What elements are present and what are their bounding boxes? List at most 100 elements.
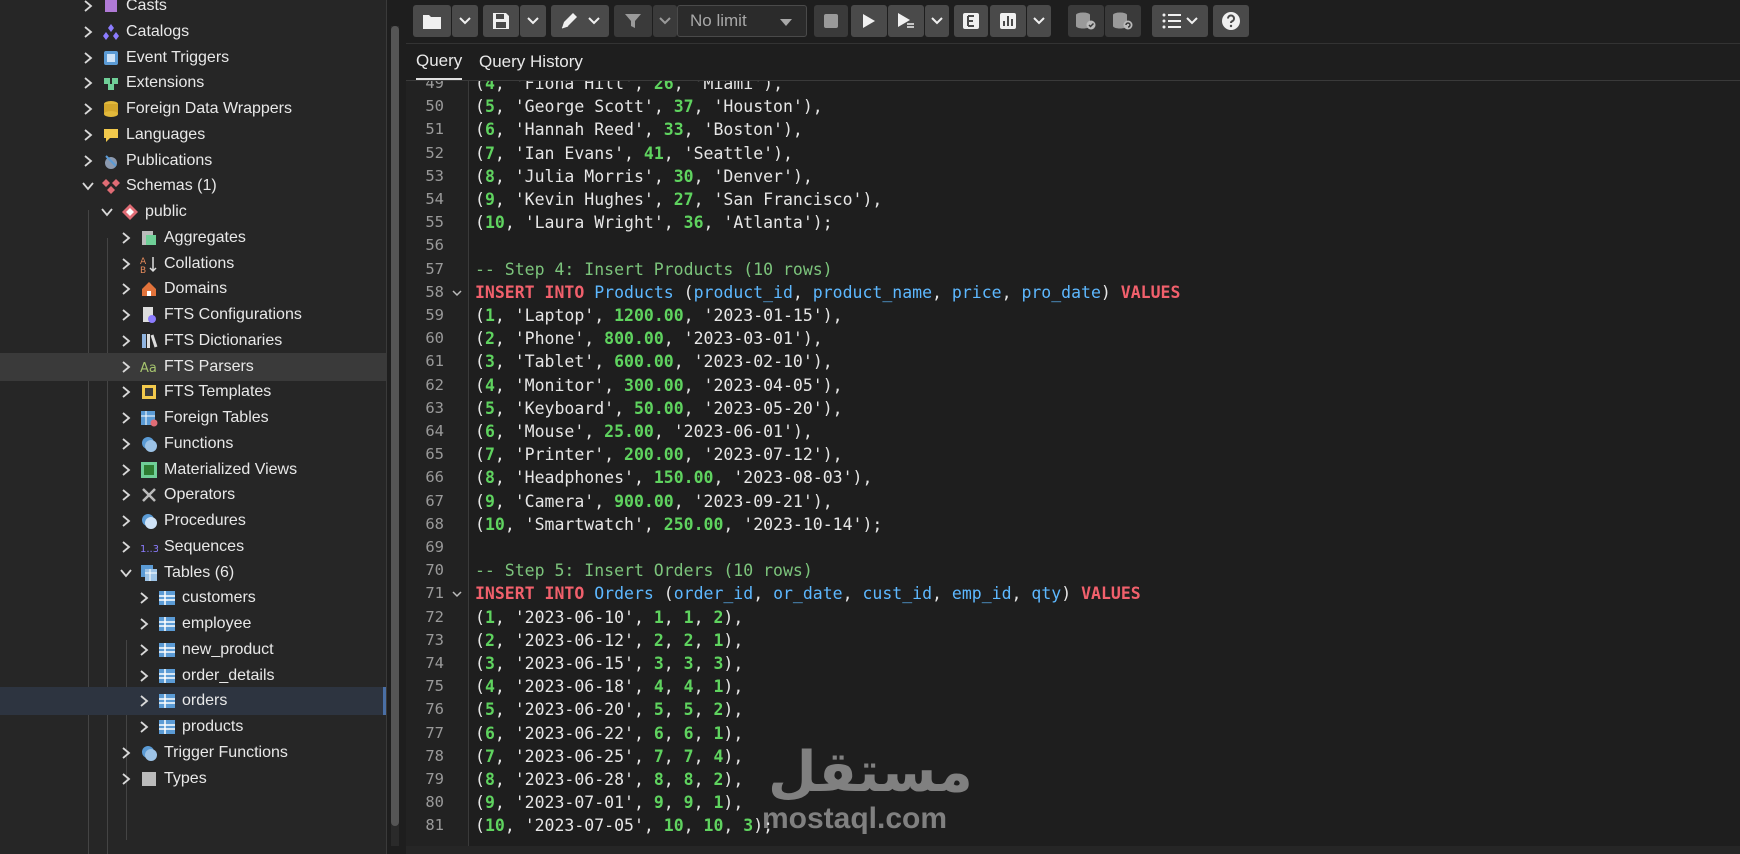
code-line[interactable]: (4, '2023-06-18', 4, 4, 1), xyxy=(475,675,743,698)
chevron-right-icon[interactable] xyxy=(138,721,150,733)
code-line[interactable]: (7, 'Ian Evans', 41, 'Seattle'), xyxy=(475,142,793,165)
code-line[interactable]: (9, 'Camera', 900.00, '2023-09-21'), xyxy=(475,490,833,513)
code-line[interactable]: (4, 'Monitor', 300.00, '2023-04-05'), xyxy=(475,374,843,397)
chevron-right-icon[interactable] xyxy=(82,77,94,89)
code-line[interactable]: (1, '2023-06-10', 1, 1, 2), xyxy=(475,606,743,629)
chevron-right-icon[interactable] xyxy=(138,669,150,682)
sql-editor[interactable]: 49 50 51 52 53 54 55 56 57 58 59 60 61 62 63 64 65 66 67 68… xyxy=(406,81,1740,854)
open-file-dropdown-button[interactable] xyxy=(452,5,478,37)
tree-item-materialized-views[interactable]: Materialized Views xyxy=(0,456,386,484)
sidebar-scrollbar[interactable] xyxy=(391,26,399,846)
code-line[interactable]: (8, 'Julia Morris', 30, 'Denver'), xyxy=(475,165,813,188)
chevron-right-icon[interactable] xyxy=(120,489,132,501)
chevron-right-icon[interactable] xyxy=(120,309,132,321)
chevron-right-icon[interactable] xyxy=(120,412,132,424)
chevron-right-icon[interactable] xyxy=(120,463,132,476)
tree-item-publications[interactable]: Publications xyxy=(0,147,386,175)
code-line[interactable]: INSERT INTO Orders (order_id, or_date, c… xyxy=(475,582,1141,605)
chevron-right-icon[interactable] xyxy=(120,747,132,759)
tree-item-foreign-tables[interactable]: Foreign Tables xyxy=(0,404,386,432)
chevron-right-icon[interactable] xyxy=(82,0,94,12)
execute-button[interactable] xyxy=(851,5,887,37)
tree-item-order-details[interactable]: order_details xyxy=(0,662,386,690)
code-line[interactable]: (3, 'Tablet', 600.00, '2023-02-10'), xyxy=(475,350,833,373)
execute-options-button[interactable] xyxy=(888,5,924,37)
code-line[interactable]: (7, 'Printer', 200.00, '2023-07-12'), xyxy=(475,443,843,466)
tree-item-employee[interactable]: employee xyxy=(0,610,386,638)
code-line[interactable]: (6, 'Hannah Reed', 33, 'Boston'), xyxy=(475,118,803,141)
chevron-right-icon[interactable] xyxy=(138,695,150,707)
save-file-button[interactable] xyxy=(483,5,519,37)
chevron-right-icon[interactable] xyxy=(120,515,132,527)
tree-item-types[interactable]: Types xyxy=(0,765,386,793)
fold-toggle-icon[interactable] xyxy=(452,589,462,599)
chevron-right-icon[interactable] xyxy=(82,154,94,167)
chevron-right-icon[interactable] xyxy=(82,26,94,38)
code-line[interactable]: (5, '2023-06-20', 5, 5, 2), xyxy=(475,698,743,721)
chevron-right-icon[interactable] xyxy=(120,257,132,270)
tree-item-tables-6[interactable]: Tables (6) xyxy=(0,559,386,587)
code-line[interactable]: (7, '2023-06-25', 7, 7, 4), xyxy=(475,745,743,768)
code-line[interactable]: (2, 'Phone', 800.00, '2023-03-01'), xyxy=(475,327,823,350)
code-line[interactable]: (8, 'Headphones', 150.00, '2023-08-03'), xyxy=(475,466,872,489)
code-line[interactable]: (8, '2023-06-28', 8, 8, 2), xyxy=(475,768,743,791)
chevron-down-icon[interactable] xyxy=(120,567,132,579)
filter-dropdown-button[interactable] xyxy=(653,5,677,37)
code-line[interactable]: (9, 'Kevin Hughes', 27, 'San Francisco')… xyxy=(475,188,882,211)
code-line[interactable]: -- Step 5: Insert Orders (10 rows) xyxy=(475,559,813,582)
save-file-dropdown-button[interactable] xyxy=(520,5,546,37)
tree-item-extensions[interactable]: Extensions xyxy=(0,69,386,97)
tree-item-collations[interactable]: A B Collations xyxy=(0,250,386,278)
chevron-right-icon[interactable] xyxy=(138,644,150,656)
tree-item-foreign-data-wrappers[interactable]: Foreign Data Wrappers xyxy=(0,95,386,123)
execute-options-dropdown-button[interactable] xyxy=(925,5,949,37)
chevron-right-icon[interactable] xyxy=(120,283,132,295)
explain-analyze-button[interactable] xyxy=(990,5,1026,37)
code-line[interactable]: (6, '2023-06-22', 6, 6, 1), xyxy=(475,722,743,745)
code-line[interactable]: (10, 'Smartwatch', 250.00, '2023-10-14')… xyxy=(475,513,882,536)
tree-item-schemas-1[interactable]: Schemas (1) xyxy=(0,172,386,200)
tree-item-operators[interactable]: Operators xyxy=(0,481,386,509)
tree-item-public[interactable]: public xyxy=(0,198,386,226)
help-button[interactable] xyxy=(1213,5,1249,37)
tree-item-languages[interactable]: Languages xyxy=(0,121,386,149)
chevron-right-icon[interactable] xyxy=(138,618,150,630)
code-line[interactable]: (2, '2023-06-12', 2, 2, 1), xyxy=(475,629,743,652)
chevron-down-icon[interactable] xyxy=(82,180,94,192)
chevron-right-icon[interactable] xyxy=(120,232,132,244)
chevron-down-icon[interactable] xyxy=(101,206,113,218)
explain-button[interactable] xyxy=(954,5,988,37)
stop-button[interactable] xyxy=(814,5,848,37)
code-line[interactable]: (5, 'George Scott', 37, 'Houston'), xyxy=(475,95,823,118)
code-line[interactable]: (3, '2023-06-15', 3, 3, 3), xyxy=(475,652,743,675)
edit-button[interactable] xyxy=(551,5,609,37)
tree-item-sequences[interactable]: 1..3 Sequences xyxy=(0,533,386,561)
macros-button[interactable] xyxy=(1152,5,1208,37)
code-line[interactable]: -- Step 4: Insert Products (10 rows) xyxy=(475,258,833,281)
code-line[interactable]: (9, '2023-07-01', 9, 9, 1), xyxy=(475,791,743,814)
explain-dropdown-button[interactable] xyxy=(1027,5,1051,37)
code-line[interactable]: (1, 'Laptop', 1200.00, '2023-01-15'), xyxy=(475,304,843,327)
sidebar-scrollbar-thumb[interactable] xyxy=(391,26,399,826)
chevron-right-icon[interactable] xyxy=(120,772,132,785)
tree-item-fts-dictionaries[interactable]: FTS Dictionaries xyxy=(0,327,386,355)
tab-query-history[interactable]: Query History xyxy=(479,44,583,80)
tab-query[interactable]: Query xyxy=(416,44,463,80)
tree-item-procedures[interactable]: Procedures xyxy=(0,507,386,535)
tree-item-fts-parsers[interactable]: Aa FTS Parsers xyxy=(0,352,386,381)
tree-item-new-product[interactable]: new_product xyxy=(0,636,386,664)
limit-select[interactable]: No limit xyxy=(677,5,807,37)
filter-button[interactable] xyxy=(614,5,652,37)
tree-item-orders[interactable]: orders xyxy=(0,687,386,716)
rollback-button[interactable] xyxy=(1105,5,1141,37)
tree-item-products[interactable]: products xyxy=(0,713,386,741)
chevron-right-icon[interactable] xyxy=(120,541,132,553)
chevron-right-icon[interactable] xyxy=(120,360,132,373)
chevron-right-icon[interactable] xyxy=(120,438,132,450)
fold-toggle-icon[interactable] xyxy=(452,288,462,298)
code-line[interactable]: INSERT INTO Products (product_id, produc… xyxy=(475,281,1180,304)
code-line[interactable]: (4, 'Fiona Hill', 26, 'Miami'), xyxy=(475,81,783,95)
tree-item-catalogs[interactable]: Catalogs xyxy=(0,18,386,46)
chevron-right-icon[interactable] xyxy=(138,592,150,604)
commit-button[interactable] xyxy=(1068,5,1104,37)
